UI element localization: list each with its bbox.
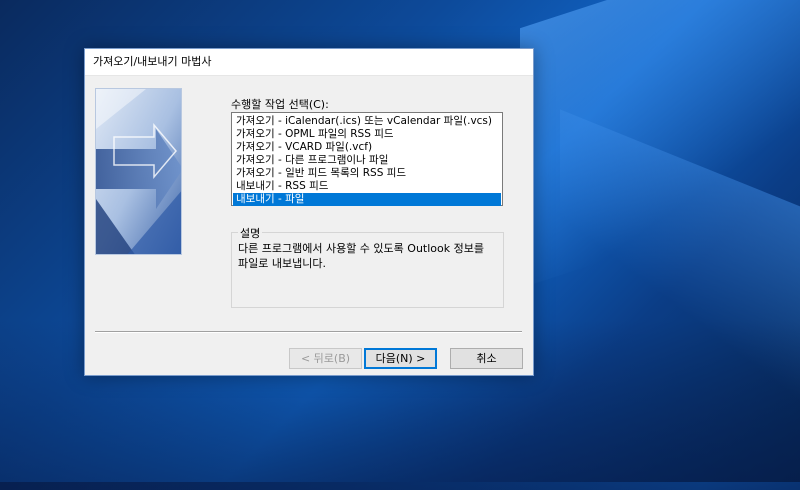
task-listbox[interactable]: 가져오기 - iCalendar(.ics) 또는 vCalendar 파일(.… xyxy=(231,112,503,206)
description-text: 다른 프로그램에서 사용할 수 있도록 Outlook 정보를 파일로 내보냅니… xyxy=(238,242,484,270)
wizard-graphic xyxy=(96,89,181,254)
list-item[interactable]: 가져오기 - OPML 파일의 RSS 피드 xyxy=(233,128,501,141)
list-item[interactable]: 가져오기 - iCalendar(.ics) 또는 vCalendar 파일(.… xyxy=(233,115,501,128)
task-select-label: 수행할 작업 선택(C): xyxy=(231,98,329,111)
list-item[interactable]: 가져오기 - 다른 프로그램이나 파일 xyxy=(233,154,501,167)
list-item-selected[interactable]: 내보내기 - 파일 xyxy=(233,193,501,206)
list-item[interactable]: 내보내기 - RSS 피드 xyxy=(233,180,501,193)
list-item[interactable]: 가져오기 - 일반 피드 목록의 RSS 피드 xyxy=(233,167,501,180)
description-title: 설명 xyxy=(238,225,263,241)
desktop-light-beam xyxy=(520,0,800,289)
wizard-side-image xyxy=(95,88,182,255)
cancel-button[interactable]: 취소 xyxy=(450,348,523,369)
list-item[interactable]: 가져오기 - VCARD 파일(.vcf) xyxy=(233,141,501,154)
import-export-wizard-dialog: 가져오기/내보내기 마법사 수행할 작업 선택(C): 가져오기 - iCale… xyxy=(84,48,534,376)
desktop-light-beam xyxy=(560,109,800,431)
dialog-title[interactable]: 가져오기/내보내기 마법사 xyxy=(85,49,533,76)
back-button[interactable]: < 뒤로(B) xyxy=(289,348,362,369)
next-button[interactable]: 다음(N) > xyxy=(364,348,437,369)
description-group: 설명 다른 프로그램에서 사용할 수 있도록 Outlook 정보를 파일로 내… xyxy=(231,225,504,308)
button-separator xyxy=(95,331,522,333)
